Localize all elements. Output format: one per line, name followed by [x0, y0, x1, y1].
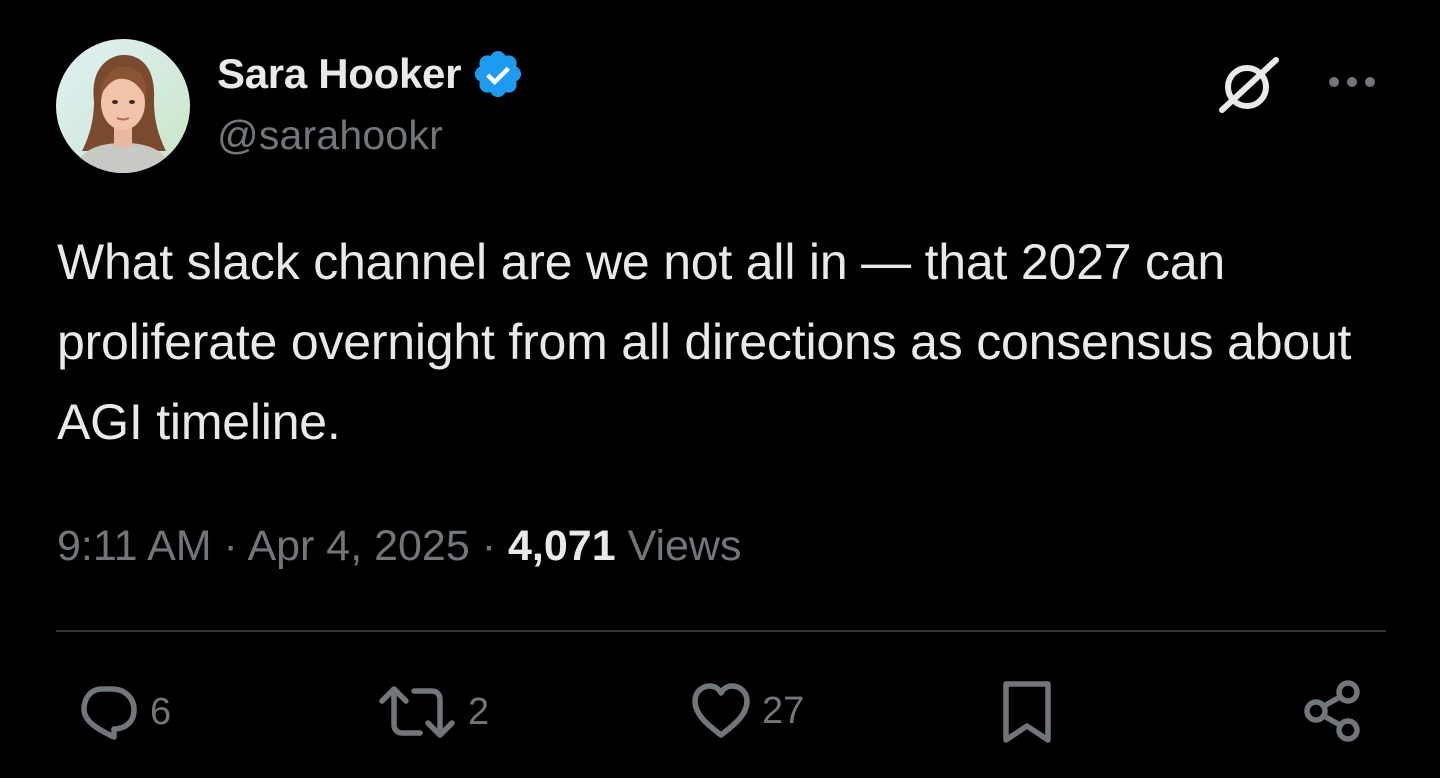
- divider: [56, 630, 1386, 632]
- tweet-date[interactable]: Apr 4, 2025: [247, 522, 469, 570]
- tweet-text: What slack channel are we not all in — t…: [57, 234, 1352, 450]
- like-count: 27: [762, 689, 805, 732]
- retweet-button[interactable]: 2: [376, 681, 489, 743]
- verified-badge-icon[interactable]: [471, 47, 525, 101]
- meta-separator: ·: [223, 522, 238, 570]
- views-label: Views: [627, 522, 742, 570]
- tweet-time[interactable]: 9:11 AM: [57, 522, 212, 570]
- reply-count: 6: [150, 690, 172, 733]
- more-options-icon[interactable]: [1327, 70, 1377, 94]
- share-button[interactable]: [1302, 678, 1364, 744]
- author-handle[interactable]: @sarahookr: [217, 112, 443, 159]
- author-name-row[interactable]: Sara Hooker: [217, 46, 525, 102]
- avatar[interactable]: [56, 39, 190, 173]
- bookmark-icon: [1003, 681, 1051, 743]
- share-icon: [1304, 680, 1360, 742]
- tweet-meta: 9:11 AM · Apr 4, 2025 · 4,071 Views: [57, 518, 742, 574]
- grok-slash-icon[interactable]: [1216, 54, 1282, 116]
- retweet-count: 2: [468, 690, 490, 733]
- like-button[interactable]: 27: [690, 681, 804, 741]
- author-display-name[interactable]: Sara Hooker: [217, 50, 461, 98]
- bookmark-button[interactable]: [1000, 678, 1054, 746]
- tweet-card: Sara Hooker @sarahookr What slack channe…: [0, 0, 1440, 778]
- reply-icon: [81, 686, 137, 740]
- retweet-icon: [379, 686, 455, 738]
- meta-separator: ·: [481, 522, 497, 570]
- reply-button[interactable]: 6: [76, 681, 171, 743]
- heart-icon: [692, 683, 750, 738]
- views-count[interactable]: 4,071: [508, 522, 616, 570]
